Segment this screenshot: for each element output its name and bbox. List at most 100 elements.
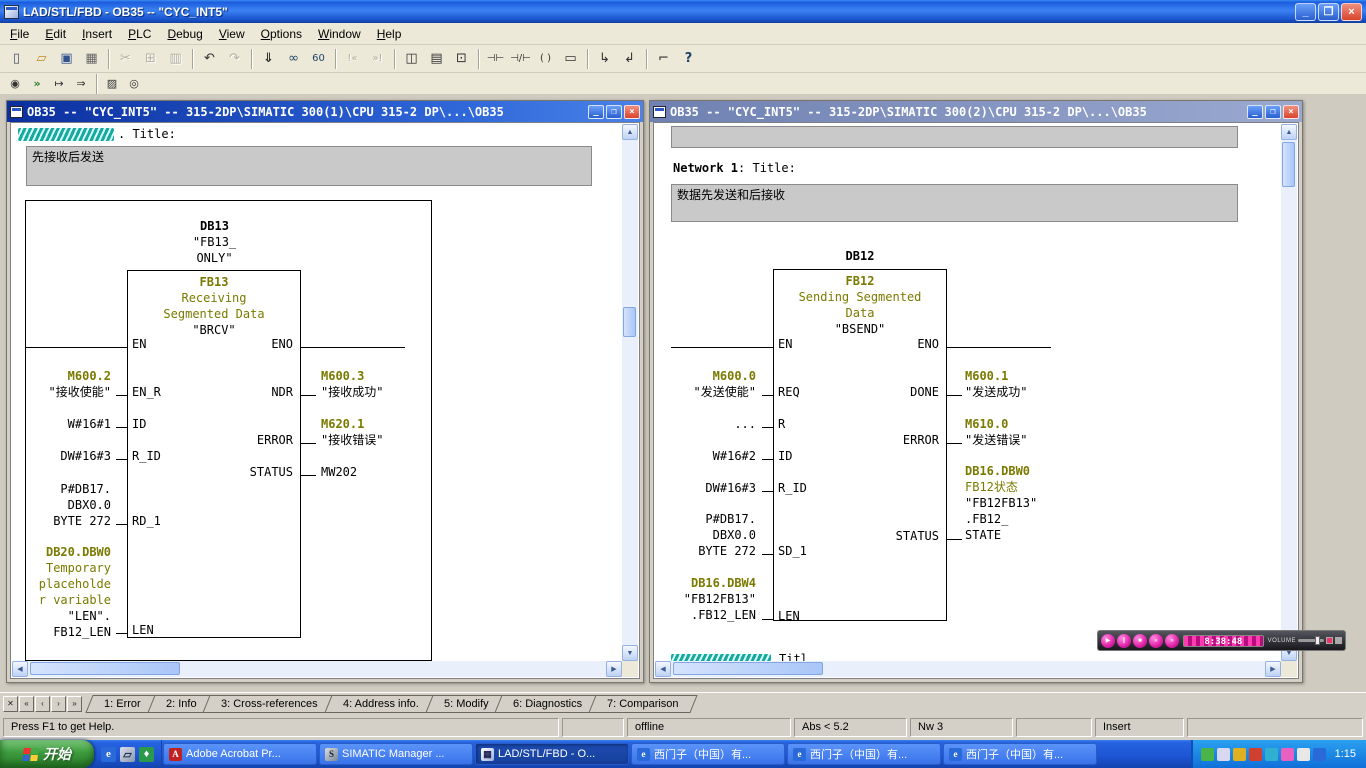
tab-diagnostics[interactable]: 6: Diagnostics — [494, 694, 602, 713]
undo-icon[interactable]: ↶ — [197, 47, 222, 70]
tray-icon[interactable] — [1312, 747, 1326, 761]
child-restore-button[interactable]: ❒ — [1265, 104, 1281, 119]
operand-symbol[interactable]: .FB12_ — [965, 511, 1008, 527]
taskbar-item-siemens-2[interactable]: e 西门子（中国）有... — [787, 743, 941, 765]
pin-r-id[interactable]: R_ID — [132, 448, 161, 464]
scroll-left-icon[interactable]: ◀ — [655, 661, 671, 677]
operand-symbol[interactable]: "发送成功" — [965, 384, 1027, 400]
operand-comment-3[interactable]: r variable — [39, 592, 111, 608]
download-icon[interactable]: ⇓ — [256, 47, 281, 70]
tab-cross-references[interactable]: 3: Cross-references — [202, 694, 337, 713]
instance-name-line1[interactable]: "FB13_ — [127, 234, 302, 250]
window-ob35-cpu1[interactable]: OB35 -- "CYC_INT5" -- 315-2DP\SIMATIC 30… — [6, 100, 644, 683]
pin-sd-1[interactable]: SD_1 — [778, 543, 807, 559]
main-title-bar[interactable]: LAD/STL/FBD - OB35 -- "CYC_INT5" _ ❒ × — [0, 0, 1366, 23]
next-error-icon[interactable]: »! — [365, 47, 390, 70]
menu-edit[interactable]: Edit — [37, 24, 74, 44]
play-icon[interactable]: ▶ — [1101, 633, 1115, 648]
menu-insert[interactable]: Insert — [74, 24, 120, 44]
goto-icon[interactable]: ↦ — [48, 75, 70, 93]
volume-slider[interactable] — [1298, 636, 1324, 645]
monitor-glasses-icon[interactable]: ∞ — [281, 47, 306, 70]
pin-id[interactable]: ID — [132, 416, 146, 432]
horizontal-scrollbar[interactable]: ◀ ▶ — [655, 661, 1281, 677]
overview-icon[interactable]: ▤ — [424, 47, 449, 70]
operand-symbol[interactable]: STATE — [965, 527, 1001, 543]
coil-icon[interactable]: ( ) — [533, 47, 558, 70]
scroll-thumb[interactable] — [1282, 142, 1295, 187]
pin-r[interactable]: R — [778, 416, 785, 432]
symbol-info-icon[interactable]: ▨ — [101, 75, 123, 93]
menu-file[interactable]: File — [2, 24, 37, 44]
menu-plc[interactable]: PLC — [120, 24, 159, 44]
child-close-button[interactable]: × — [1283, 104, 1299, 119]
operand-symbol[interactable]: "接收错误" — [321, 432, 383, 448]
last-tab-icon[interactable]: » — [67, 695, 82, 712]
save-icon[interactable]: ▣ — [54, 47, 79, 70]
child-close-button[interactable]: × — [624, 104, 640, 119]
first-tab-icon[interactable]: « — [19, 695, 34, 712]
pin-eno[interactable]: ENO — [271, 336, 293, 352]
operand-symbol[interactable]: "发送错误" — [965, 432, 1027, 448]
stop-icon[interactable]: ■ — [1133, 633, 1147, 648]
instance-db-label[interactable]: DB13 — [127, 218, 302, 234]
pin-r-id[interactable]: R_ID — [778, 480, 807, 496]
scroll-down-icon[interactable]: ▼ — [622, 645, 638, 661]
restore-button[interactable]: ❒ — [1318, 2, 1339, 21]
detail-view-icon[interactable]: ⊡ — [449, 47, 474, 70]
next-track-icon[interactable]: » — [1165, 633, 1179, 648]
pin-done[interactable]: DONE — [910, 384, 939, 400]
contact-no-icon[interactable]: ⊣⊢ — [483, 47, 508, 70]
pin-status[interactable]: STATUS — [250, 464, 293, 480]
context-help-icon[interactable]: ? — [676, 47, 701, 70]
menu-debug[interactable]: Debug — [159, 24, 210, 44]
child-title-bar[interactable]: OB35 -- "CYC_INT5" -- 315-2DP\SIMATIC 30… — [7, 101, 643, 122]
prev-tab-icon[interactable]: ‹ — [35, 695, 50, 712]
operand-pointer-1[interactable]: P#DB17. — [705, 511, 756, 527]
tray-icon[interactable] — [1280, 747, 1294, 761]
print-icon[interactable]: ▦ — [79, 47, 104, 70]
start-button[interactable]: 开始 — [0, 740, 94, 768]
pin-error[interactable]: ERROR — [903, 432, 939, 448]
next-address-icon[interactable]: ⇒ — [70, 75, 92, 93]
pin-eno[interactable]: ENO — [917, 336, 939, 352]
copy-icon[interactable]: ⊞ — [138, 47, 163, 70]
empty-box-icon[interactable]: ▭ — [558, 47, 583, 70]
next-tab-icon[interactable]: › — [51, 695, 66, 712]
watch-icon[interactable]: ◎ — [123, 75, 145, 93]
operand-symbol[interactable]: "LEN". — [68, 608, 111, 624]
operand-comment-2[interactable]: placeholde — [39, 576, 111, 592]
pin-len[interactable]: LEN — [778, 608, 800, 624]
redo-icon[interactable]: ↷ — [222, 47, 247, 70]
close-button[interactable]: × — [1341, 2, 1362, 21]
quicklaunch-app-icon[interactable]: ♦ — [139, 746, 154, 762]
pin-en-r[interactable]: EN_R — [132, 384, 161, 400]
new-icon[interactable]: ▯ — [4, 47, 29, 70]
operand-pointer-3[interactable]: BYTE 272 — [53, 513, 111, 529]
open-branch-icon[interactable]: ↳ — [592, 47, 617, 70]
child-minimize-button[interactable]: _ — [588, 104, 604, 119]
seek-bar[interactable]: 8:38:48 — [1183, 634, 1264, 647]
pin-len[interactable]: LEN — [132, 622, 154, 638]
taskbar-item-simatic-manager[interactable]: S SIMATIC Manager ... — [319, 743, 473, 765]
quicklaunch-desktop-icon[interactable]: ▱ — [120, 746, 135, 762]
menu-help[interactable]: Help — [369, 24, 410, 44]
player-mini-button[interactable] — [1326, 637, 1333, 644]
tray-icon[interactable] — [1264, 747, 1278, 761]
child-title-bar[interactable]: OB35 -- "CYC_INT5" -- 315-2DP\SIMATIC 30… — [650, 101, 1302, 122]
operand-pointer-3[interactable]: BYTE 272 — [698, 543, 756, 559]
tray-icon[interactable] — [1232, 747, 1246, 761]
menu-options[interactable]: Options — [253, 24, 310, 44]
tab-address-info[interactable]: 4: Address info. — [324, 694, 438, 713]
taskbar-item-acrobat[interactable]: A Adobe Acrobat Pr... — [163, 743, 317, 765]
child-minimize-button[interactable]: _ — [1247, 104, 1263, 119]
vertical-scrollbar[interactable]: ▲ ▼ — [1281, 124, 1297, 661]
operand-address[interactable]: M600.1 — [965, 368, 1008, 384]
quicklaunch-ie-icon[interactable]: e — [101, 746, 116, 762]
cut-icon[interactable]: ✂ — [113, 47, 138, 70]
taskbar-item-lad-stl-fbd[interactable]: ▦ LAD/STL/FBD - O... — [475, 743, 629, 765]
pin-req[interactable]: REQ — [778, 384, 800, 400]
menu-view[interactable]: View — [211, 24, 253, 44]
instance-db-label[interactable]: DB12 — [773, 248, 947, 264]
operand-pointer-1[interactable]: P#DB17. — [60, 481, 111, 497]
